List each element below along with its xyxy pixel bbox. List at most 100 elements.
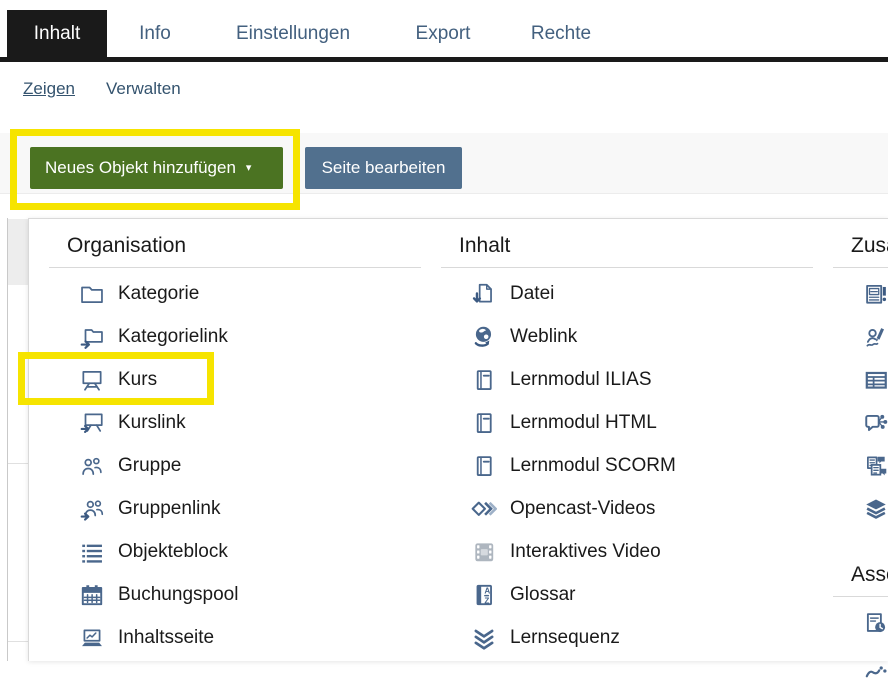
menu-item-squiggle[interactable] (833, 644, 888, 687)
board-icon (79, 367, 105, 393)
person-pen-icon (863, 324, 888, 350)
menu-item-gruppe[interactable]: Gruppe (49, 444, 421, 487)
menu-item-label: Lernmodul SCORM (510, 455, 676, 477)
menu-section-inhalt: InhaltDateiWeblinkLernmodul ILIASLernmod… (441, 219, 813, 659)
doc-exclaim-icon (863, 281, 888, 307)
menu-item-kategorielink[interactable]: Kategorielink (49, 315, 421, 358)
menu-item-label: Kategorie (118, 283, 199, 305)
background-panel-divider (8, 463, 29, 464)
menu-item-label: Lernmodul ILIAS (510, 369, 652, 391)
board-link-icon (79, 410, 105, 436)
menu-item-gruppenlink[interactable]: Gruppenlink (49, 487, 421, 530)
people-icon (79, 453, 105, 479)
menu-item-kurslink[interactable]: Kurslink (49, 401, 421, 444)
book-icon (471, 410, 497, 436)
menu-column-inhalt: InhaltDateiWeblinkLernmodul ILIASLernmod… (441, 219, 813, 659)
menu-item-datei[interactable]: Datei (441, 272, 813, 315)
tab-rechte[interactable]: Rechte (516, 10, 606, 57)
section-divider (833, 596, 888, 597)
menu-item-label: Kategorielink (118, 326, 228, 348)
subnav-link-zeigen[interactable]: Zeigen (23, 79, 75, 99)
menu-column-organisation: Organisation Kategorie Kategorielink Kurs Ku… (49, 219, 421, 659)
add-new-object-label: Neues Objekt hinzufügen (45, 158, 236, 178)
menu-section-title: Organisation (67, 233, 421, 259)
menu-item-label: Kurslink (118, 412, 186, 434)
menu-section-zusammenarbeit: Zusammenarbeit (833, 219, 888, 530)
chevrons-down-icon (471, 625, 497, 651)
add-object-dropdown: Organisation Kategorie Kategorielink Kurs Ku… (28, 218, 888, 661)
menu-item-inhaltsseite[interactable]: Inhaltsseite (49, 616, 421, 659)
file-download-icon (471, 281, 497, 307)
menu-item-label: Lernmodul HTML (510, 412, 657, 434)
svg-text:A: A (484, 586, 490, 595)
table-icon (863, 367, 888, 393)
tab-export[interactable]: Export (398, 10, 488, 57)
docs-chat-icon (863, 453, 888, 479)
menu-item-label: Kurs (118, 369, 157, 391)
menu-section-title: Zusammenarbeit (851, 233, 888, 259)
people-link-icon (79, 496, 105, 522)
menu-item-objekteblock[interactable]: Objekteblock (49, 530, 421, 573)
menu-item-weblink[interactable]: Weblink (441, 315, 813, 358)
screen: Inhalt Info Einstellungen Export Rechte … (0, 0, 888, 661)
layers-icon (863, 496, 888, 522)
svg-text:Z: Z (484, 596, 489, 605)
section-divider (49, 267, 421, 268)
background-panel-header (8, 219, 29, 285)
menu-item-kategorie[interactable]: Kategorie (49, 272, 421, 315)
menu-column-zusammenarbeit: Zusammenarbeit Assessment (833, 219, 888, 687)
menu-section-assessment: Assessment (833, 530, 888, 687)
menu-list: Kategorie Kategorielink Kurs Kurslink Gruppe… (49, 272, 421, 659)
edit-page-label: Seite bearbeiten (322, 158, 446, 178)
menu-item-person-pen[interactable] (833, 315, 888, 358)
menu-item-layers[interactable] (833, 487, 888, 530)
globe-link-icon (471, 324, 497, 350)
menu-item-label: Lernsequenz (510, 627, 620, 649)
section-divider (833, 267, 888, 268)
menu-item-doc-exclaim[interactable] (833, 272, 888, 315)
chat-nodes-icon (863, 410, 888, 436)
menu-item-buchungspool[interactable]: Buchungspool (49, 573, 421, 616)
menu-item-docs-chat[interactable] (833, 444, 888, 487)
menu-item-lernmodul-scorm[interactable]: Lernmodul SCORM (441, 444, 813, 487)
menu-item-label: Datei (510, 283, 554, 305)
add-new-object-button[interactable]: Neues Objekt hinzufügen ▾ (30, 147, 283, 189)
menu-item-lernmodul-ilias[interactable]: Lernmodul ILIAS (441, 358, 813, 401)
calendar-icon (79, 582, 105, 608)
book-icon (471, 453, 497, 479)
menu-item-table[interactable] (833, 358, 888, 401)
folder-icon (79, 281, 105, 307)
tab-inhalt[interactable]: Inhalt (7, 10, 107, 57)
section-divider (441, 267, 813, 268)
laptop-chart-icon (79, 625, 105, 651)
menu-list (833, 272, 888, 530)
tab-einstellungen[interactable]: Einstellungen (210, 10, 376, 57)
menu-item-interaktives-video[interactable]: Interaktives Video (441, 530, 813, 573)
chevron-down-icon: ▾ (246, 163, 252, 174)
book-icon (471, 367, 497, 393)
folder-link-icon (79, 324, 105, 350)
menu-item-label: Gruppenlink (118, 498, 220, 520)
menu-item-doc-clock[interactable] (833, 601, 888, 644)
background-panel-divider (8, 641, 29, 642)
menu-section-organisation: Organisation Kategorie Kategorielink Kurs Ku… (49, 219, 421, 659)
menu-item-kurs[interactable]: Kurs (49, 358, 421, 401)
menu-item-lernmodul-html[interactable]: Lernmodul HTML (441, 401, 813, 444)
filmstrip-icon (471, 539, 497, 565)
list-icon (79, 539, 105, 565)
menu-item-chat-nodes[interactable] (833, 401, 888, 444)
menu-item-opencast-videos[interactable]: Opencast-Videos (441, 487, 813, 530)
edit-page-button[interactable]: Seite bearbeiten (305, 147, 462, 189)
menu-item-lernsequenz[interactable]: Lernsequenz (441, 616, 813, 659)
tab-info[interactable]: Info (120, 10, 190, 57)
menu-item-label: Objekteblock (118, 541, 228, 563)
menu-section-title: Assessment (851, 562, 888, 588)
menu-item-label: Gruppe (118, 455, 181, 477)
menu-item-label: Interaktives Video (510, 541, 661, 563)
menu-item-glossar[interactable]: AZGlossar (441, 573, 813, 616)
menu-list (833, 601, 888, 687)
subnav-link-verwalten[interactable]: Verwalten (106, 79, 181, 99)
menu-item-label: Weblink (510, 326, 577, 348)
background-panel-edge (7, 218, 28, 661)
tab-underline-bar (0, 57, 888, 62)
